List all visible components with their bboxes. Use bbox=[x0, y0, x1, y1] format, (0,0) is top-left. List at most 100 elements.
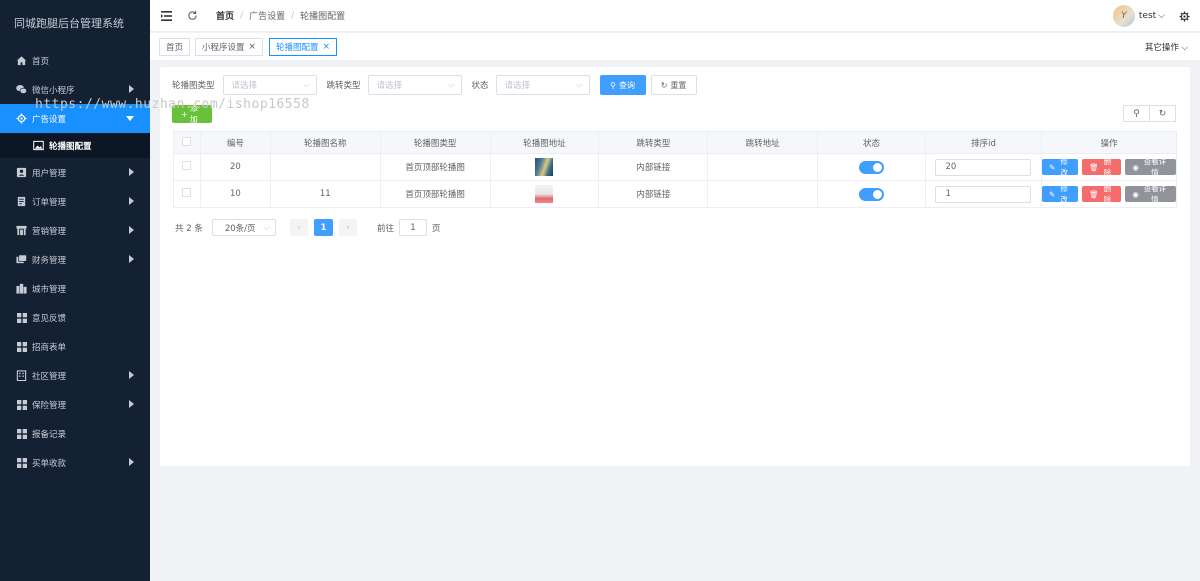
home-icon bbox=[16, 55, 27, 66]
banner-type-select[interactable]: 请选择 ⌵ bbox=[222, 75, 317, 95]
sidebar-item-label: 社区管理 bbox=[32, 371, 67, 382]
sidebar-item-label: 保险管理 bbox=[32, 400, 67, 411]
caret-right-icon bbox=[129, 226, 134, 234]
next-page-button[interactable]: › bbox=[338, 219, 357, 236]
image-icon bbox=[33, 140, 44, 151]
app-title: 同城跑腿后台管理系统 bbox=[14, 17, 124, 30]
table-toolbar: ⚲ ↻ bbox=[1123, 105, 1176, 122]
delete-button[interactable]: 🗑 删除 bbox=[1082, 157, 1122, 177]
sidebar-item-13[interactable]: 买单收款 bbox=[0, 448, 150, 477]
query-button[interactable]: ⚲ 查询 bbox=[599, 75, 646, 95]
detail-button[interactable]: ◉ 查看详情 bbox=[1125, 157, 1176, 177]
tag-banner-config[interactable]: 轮播图配置 × bbox=[269, 38, 338, 56]
sidebar-item-6[interactable]: 财务管理 bbox=[0, 245, 150, 274]
column-header: 轮播图名称 bbox=[269, 131, 381, 154]
shop-icon bbox=[16, 225, 27, 236]
row-checkbox[interactable] bbox=[182, 188, 192, 197]
edit-button[interactable]: ✎ 修改 bbox=[1041, 184, 1079, 204]
cell-name: 11 bbox=[269, 180, 381, 208]
refresh-table-button[interactable]: ↻ bbox=[1149, 105, 1176, 122]
column-header: 跳转地址 bbox=[707, 131, 819, 154]
banner-type-label: 轮播图类型 bbox=[172, 81, 215, 91]
sidebar-item-2[interactable]: 广告设置 bbox=[0, 104, 150, 133]
close-icon[interactable]: × bbox=[249, 42, 257, 52]
sidebar-item-8[interactable]: 意见反馈 bbox=[0, 303, 150, 332]
sidebar-item-10[interactable]: 社区管理 bbox=[0, 361, 150, 390]
sidebar-item-7[interactable]: 城市管理 bbox=[0, 274, 150, 303]
goto-page-input[interactable]: 1 bbox=[398, 219, 427, 236]
banner-table: 编号 轮播图名称 轮播图类型 轮播图地址 跳转类型 跳转地址 状态 排序id 操… bbox=[173, 131, 1178, 208]
settings-gear-icon[interactable] bbox=[1179, 10, 1190, 22]
tag-home[interactable]: 首页 bbox=[159, 38, 191, 56]
banner-thumbnail[interactable] bbox=[535, 185, 554, 203]
other-ops-dropdown[interactable]: 其它操作 ⌵ bbox=[1145, 41, 1188, 53]
sidebar-item-label: 报备记录 bbox=[32, 429, 67, 440]
menu-toggle-icon[interactable] bbox=[160, 10, 172, 22]
sidebar-item-12[interactable]: 报备记录 bbox=[0, 419, 150, 448]
user-card-icon bbox=[16, 167, 27, 178]
sidebar: 同城跑腿后台管理系统 首页微信小程序广告设置 轮播图配置 用户管理 订单管理 营销管理财… bbox=[0, 0, 150, 581]
breadcrumb-item-ad[interactable]: 广告设置 bbox=[249, 9, 285, 22]
plus-icon: + bbox=[181, 109, 188, 119]
caret-right-icon bbox=[129, 255, 134, 263]
sidebar-item-label: 微信小程序 bbox=[32, 85, 75, 96]
grid-icon bbox=[16, 457, 27, 468]
grid-icon bbox=[16, 312, 27, 323]
sidebar-item-1[interactable]: 微信小程序 bbox=[0, 75, 150, 104]
sidebar-subitem-banner-config[interactable]: 轮播图配置 bbox=[0, 133, 150, 158]
gear-icon bbox=[16, 113, 27, 124]
cell-type: 首页顶部轮播图 bbox=[379, 180, 491, 208]
chevron-right-icon: › bbox=[346, 222, 350, 233]
building-icon bbox=[16, 370, 27, 381]
status-switch[interactable] bbox=[859, 187, 885, 201]
edit-icon: ✎ bbox=[1048, 162, 1056, 172]
jump-type-select[interactable]: 请选择 ⌵ bbox=[367, 75, 462, 95]
column-header: 状态 bbox=[817, 131, 926, 154]
status-select[interactable]: 请选择 ⌵ bbox=[495, 75, 590, 95]
chevron-down-icon: ⌵ bbox=[263, 222, 270, 233]
table-row: 20 首页顶部轮播图 内部链接 20 ✎ 修改 🗑 删除 ◉ 查看详情 bbox=[173, 153, 1178, 181]
sidebar-item-3[interactable]: 用户管理 bbox=[0, 158, 150, 187]
sidebar-item-label: 意见反馈 bbox=[32, 313, 67, 324]
row-checkbox[interactable] bbox=[182, 161, 192, 170]
table-row: 10 11 首页顶部轮播图 内部链接 1 ✎ 修改 🗑 删除 ◉ 查看详情 bbox=[173, 180, 1178, 208]
tag-miniapp-settings[interactable]: 小程序设置 × bbox=[195, 38, 264, 56]
pagination: 共 2 条 20条/页 ⌵ ‹ 1 › 前往 1 页 bbox=[175, 219, 440, 236]
edit-button[interactable]: ✎ 修改 bbox=[1041, 157, 1079, 177]
column-header: 轮播图类型 bbox=[379, 131, 491, 154]
column-header: 跳转类型 bbox=[598, 131, 709, 154]
sidebar-item-0[interactable]: 首页 bbox=[0, 46, 150, 75]
caret-right-icon bbox=[129, 197, 134, 205]
select-all-checkbox[interactable] bbox=[182, 136, 192, 146]
prev-page-button[interactable]: ‹ bbox=[289, 219, 308, 236]
caret-right-icon bbox=[129, 85, 134, 93]
page-unit-label: 页 bbox=[431, 223, 441, 234]
refresh-icon[interactable] bbox=[186, 10, 198, 22]
page-size-select[interactable]: 20条/页 ⌵ bbox=[211, 219, 276, 236]
page-number[interactable]: 1 bbox=[313, 219, 333, 236]
user-menu[interactable]: Y test ⌵ bbox=[1112, 5, 1190, 27]
user-name[interactable]: test ⌵ bbox=[1139, 11, 1165, 21]
close-icon[interactable]: × bbox=[323, 42, 331, 52]
sidebar-item-5[interactable]: 营销管理 bbox=[0, 216, 150, 245]
sidebar-item-label: 首页 bbox=[32, 56, 50, 67]
grid-icon bbox=[16, 428, 27, 439]
caret-down-icon bbox=[126, 116, 134, 121]
sidebar-item-11[interactable]: 保险管理 bbox=[0, 390, 150, 419]
avatar[interactable]: Y bbox=[1112, 5, 1135, 27]
cell-jump-url bbox=[707, 153, 819, 181]
add-button[interactable]: + 添加 bbox=[172, 104, 212, 124]
toggle-search-button[interactable]: ⚲ bbox=[1123, 105, 1150, 122]
banner-thumbnail[interactable] bbox=[535, 158, 554, 176]
sidebar-item-4[interactable]: 订单管理 bbox=[0, 187, 150, 216]
sort-id-input[interactable]: 1 bbox=[935, 185, 1032, 203]
delete-button[interactable]: 🗑 删除 bbox=[1082, 184, 1122, 204]
sort-id-input[interactable]: 20 bbox=[935, 158, 1032, 176]
reset-button[interactable]: ↻ 重置 bbox=[650, 75, 697, 95]
status-switch[interactable] bbox=[859, 160, 885, 174]
breadcrumb: 首页 / 广告设置 / 轮播图配置 bbox=[216, 9, 346, 23]
breadcrumb-item-home[interactable]: 首页 bbox=[216, 9, 234, 22]
sidebar-item-9[interactable]: 招商表单 bbox=[0, 332, 150, 361]
detail-button[interactable]: ◉ 查看详情 bbox=[1125, 184, 1176, 204]
search-icon: ⚲ bbox=[1133, 108, 1140, 119]
